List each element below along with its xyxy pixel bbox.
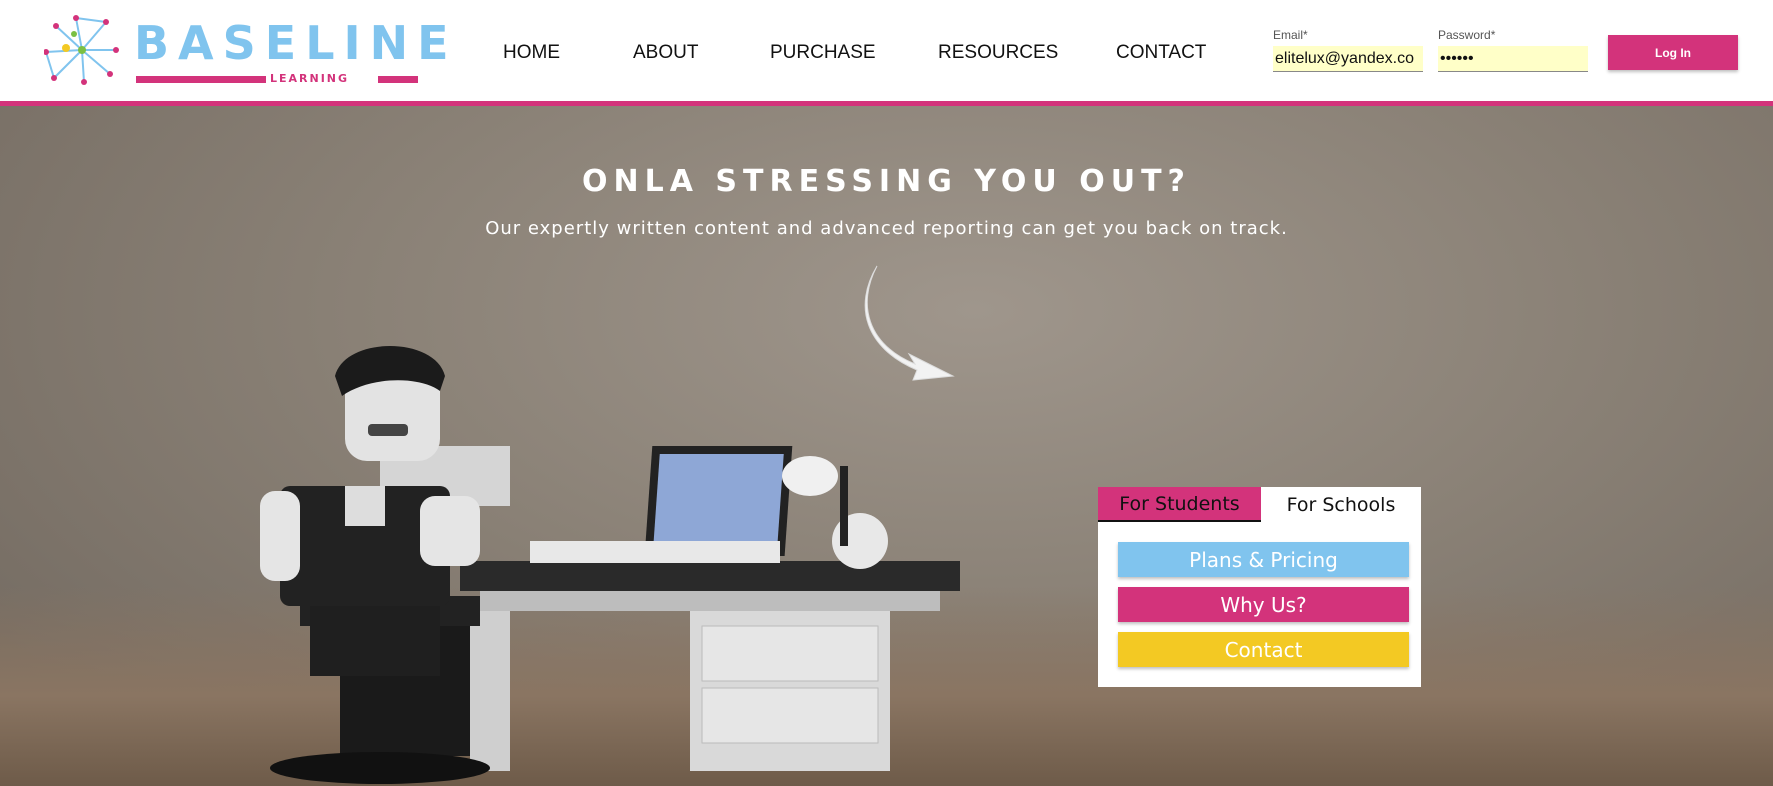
- audience-panel: For Students For Schools Plans & Pricing…: [1098, 487, 1421, 687]
- email-label: Email*: [1273, 28, 1308, 42]
- nav-about[interactable]: ABOUT: [633, 42, 698, 64]
- nav-resources[interactable]: RESOURCES: [938, 42, 1058, 64]
- logo-bar-left: [136, 76, 266, 83]
- contact-button[interactable]: Contact: [1118, 632, 1409, 667]
- password-field[interactable]: [1438, 46, 1588, 72]
- hero-title: ONLA STRESSING YOU OUT?: [582, 164, 1191, 199]
- tab-for-schools[interactable]: For Schools: [1261, 487, 1421, 522]
- plans-pricing-button[interactable]: Plans & Pricing: [1118, 542, 1409, 577]
- stressed-figure-image: [260, 346, 960, 784]
- logo-bar-right: [378, 76, 418, 83]
- baseline-logo[interactable]: BASELINE LEARNING: [43, 14, 449, 86]
- password-label: Password*: [1438, 28, 1496, 42]
- why-us-button[interactable]: Why Us?: [1118, 587, 1409, 622]
- hero-section: ONLA STRESSING YOU OUT? Our expertly wri…: [0, 106, 1773, 786]
- nav-home[interactable]: HOME: [503, 42, 560, 64]
- email-field[interactable]: [1273, 46, 1423, 72]
- nav-contact[interactable]: CONTACT: [1116, 42, 1206, 64]
- logo-subtitle: LEARNING: [270, 72, 350, 85]
- tab-for-students[interactable]: For Students: [1098, 487, 1261, 522]
- hero-subtitle: Our expertly written content and advance…: [485, 218, 1288, 239]
- login-button[interactable]: Log In: [1608, 35, 1738, 70]
- logo-wordmark: BASELINE: [134, 16, 458, 70]
- nav-purchase[interactable]: PURCHASE: [770, 42, 876, 64]
- network-logo-icon: [43, 15, 119, 85]
- site-header: BASELINE LEARNING HOME ABOUT PURCHASE RE…: [0, 0, 1773, 106]
